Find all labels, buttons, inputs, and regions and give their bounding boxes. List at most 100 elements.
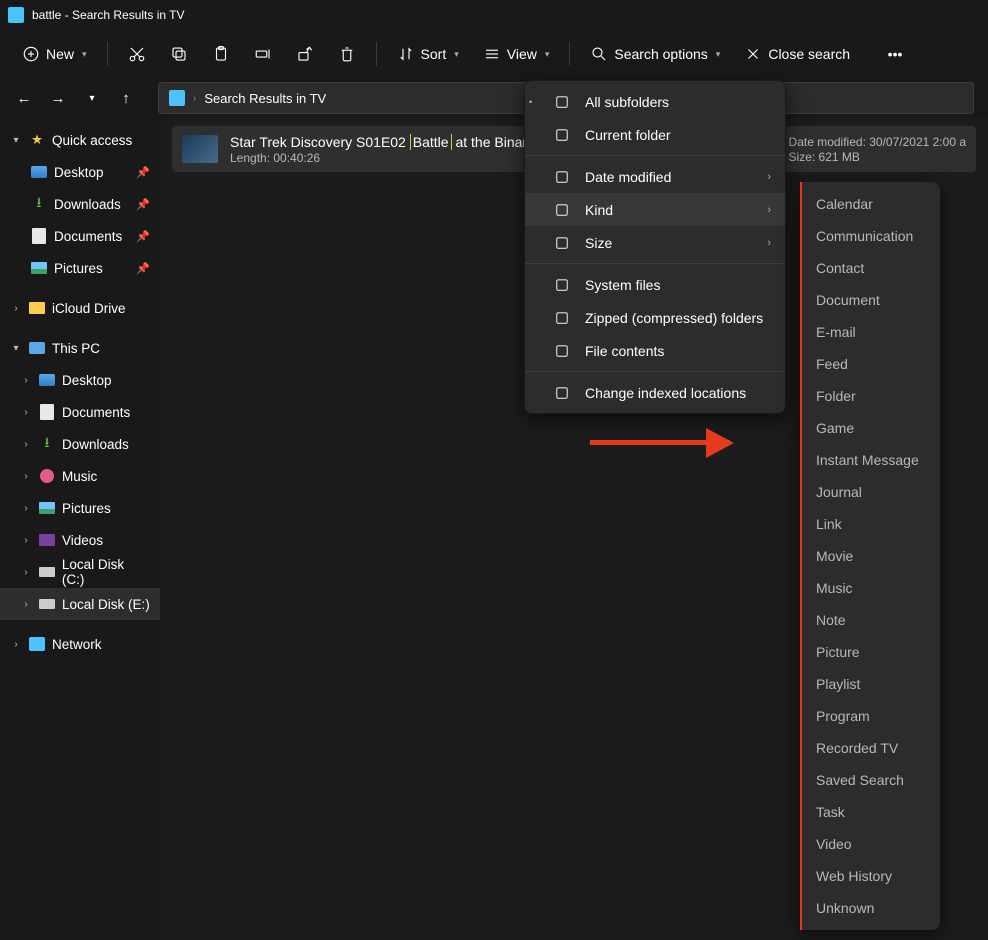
menu-item-label: Current folder (585, 127, 671, 143)
menu-item-current-folder[interactable]: Current folder (525, 118, 785, 151)
close-search-button[interactable]: Close search (736, 39, 858, 69)
kind-item-task[interactable]: Task (802, 796, 940, 828)
titlebar: battle - Search Results in TV (0, 0, 988, 30)
more-button[interactable]: ••• (878, 39, 912, 69)
sidebar-network[interactable]: ›Network (0, 628, 160, 660)
kind-item-recorded-tv[interactable]: Recorded TV (802, 732, 940, 764)
kind-item-music[interactable]: Music (802, 572, 940, 604)
paste-button[interactable] (204, 39, 238, 69)
kind-item-note[interactable]: Note (802, 604, 940, 636)
rename-button[interactable] (246, 39, 280, 69)
menu-item-label: Zipped (compressed) folders (585, 310, 763, 326)
toolbar: New ▾ Sort ▾ View ▾ Search options ▾ Clo… (0, 30, 988, 78)
sort-icon (397, 45, 415, 63)
share-button[interactable] (288, 39, 322, 69)
kind-item-instant-message[interactable]: Instant Message (802, 444, 940, 476)
up-button[interactable]: ↑ (112, 84, 140, 112)
window-title: battle - Search Results in TV (32, 8, 185, 22)
chevron-right-icon: › (10, 303, 22, 314)
kind-item-unknown[interactable]: Unknown (802, 892, 940, 924)
menu-item-all-subfolders[interactable]: •All subfolders (525, 85, 785, 118)
copy-button[interactable] (162, 39, 196, 69)
recent-button[interactable]: ▾ (78, 84, 106, 112)
kind-item-folder[interactable]: Folder (802, 380, 940, 412)
sidebar-item-documents[interactable]: Documents📌 (0, 220, 160, 252)
menu-item-system-files[interactable]: System files (525, 268, 785, 301)
menu-item-zipped-compressed-folders[interactable]: Zipped (compressed) folders (525, 301, 785, 334)
chevron-right-icon: › (20, 471, 32, 482)
kind-item-game[interactable]: Game (802, 412, 940, 444)
trash-icon (338, 45, 356, 63)
new-button[interactable]: New ▾ (14, 39, 95, 69)
disk-icon (38, 596, 56, 612)
sidebar-pc-videos[interactable]: ›Videos (0, 524, 160, 556)
sidebar-pc-music[interactable]: ›Music (0, 460, 160, 492)
chevron-right-icon: › (10, 639, 22, 650)
menu-item-size[interactable]: Size› (525, 226, 785, 259)
menu-item-date-modified[interactable]: Date modified› (525, 160, 785, 193)
kind-item-picture[interactable]: Picture (802, 636, 940, 668)
chevron-down-icon: ▾ (716, 49, 721, 60)
document-icon (38, 404, 56, 420)
sidebar-pc-documents[interactable]: ›Documents (0, 396, 160, 428)
search-options-menu: •All subfolders Current folder Date modifi… (524, 80, 786, 414)
kind-item-feed[interactable]: Feed (802, 348, 940, 380)
sidebar-item-pictures[interactable]: Pictures📌 (0, 252, 160, 284)
pin-icon: 📌 (136, 230, 150, 243)
sidebar-item-downloads[interactable]: ⭳Downloads📌 (0, 188, 160, 220)
kind-item-web-history[interactable]: Web History (802, 860, 940, 892)
chevron-down-icon: ▾ (10, 343, 22, 354)
desktop-icon (30, 164, 48, 180)
menu-item-icon (553, 93, 571, 111)
kind-item-video[interactable]: Video (802, 828, 940, 860)
kind-item-saved-search[interactable]: Saved Search (802, 764, 940, 796)
menu-item-change-indexed-locations[interactable]: Change indexed locations (525, 376, 785, 409)
cut-button[interactable] (120, 39, 154, 69)
kind-item-communication[interactable]: Communication (802, 220, 940, 252)
sidebar-pc-disk-c[interactable]: ›Local Disk (C:) (0, 556, 160, 588)
window-icon (8, 7, 24, 23)
sort-button[interactable]: Sort ▾ (389, 39, 467, 69)
view-button[interactable]: View ▾ (475, 39, 558, 69)
menu-item-kind[interactable]: Kind› (525, 193, 785, 226)
kind-item-contact[interactable]: Contact (802, 252, 940, 284)
chevron-down-icon: ▾ (454, 49, 459, 60)
sidebar-icloud[interactable]: ›iCloud Drive (0, 292, 160, 324)
sidebar-pc-desktop[interactable]: ›Desktop (0, 364, 160, 396)
clipboard-icon (212, 45, 230, 63)
kind-item-calendar[interactable]: Calendar (802, 188, 940, 220)
menu-item-icon (553, 342, 571, 360)
sidebar-pc-downloads[interactable]: ›⭳Downloads (0, 428, 160, 460)
menu-item-icon (553, 309, 571, 327)
sidebar-pc-pictures[interactable]: ›Pictures (0, 492, 160, 524)
delete-button[interactable] (330, 39, 364, 69)
search-options-icon (590, 45, 608, 63)
kind-item-journal[interactable]: Journal (802, 476, 940, 508)
sidebar-this-pc[interactable]: ▾This PC (0, 332, 160, 364)
sidebar-item-desktop[interactable]: Desktop📌 (0, 156, 160, 188)
back-button[interactable]: ← (10, 84, 38, 112)
copy-icon (170, 45, 188, 63)
menu-item-label: Date modified (585, 169, 671, 185)
bullet-icon: • (529, 97, 533, 107)
chevron-right-icon: › (20, 375, 32, 386)
menu-item-icon (553, 384, 571, 402)
menu-item-file-contents[interactable]: File contents (525, 334, 785, 367)
sidebar-pc-disk-e[interactable]: ›Local Disk (E:) (0, 588, 160, 620)
kind-item-document[interactable]: Document (802, 284, 940, 316)
view-icon (483, 45, 501, 63)
rename-icon (254, 45, 272, 63)
search-options-button[interactable]: Search options ▾ (582, 39, 728, 69)
kind-item-movie[interactable]: Movie (802, 540, 940, 572)
forward-button[interactable]: → (44, 84, 72, 112)
kind-item-e-mail[interactable]: E-mail (802, 316, 940, 348)
kind-item-program[interactable]: Program (802, 700, 940, 732)
desktop-icon (38, 372, 56, 388)
chevron-right-icon: › (20, 567, 32, 578)
chevron-right-icon: › (20, 535, 32, 546)
pin-icon: 📌 (136, 262, 150, 275)
chevron-down-icon: ▾ (82, 49, 87, 60)
kind-item-link[interactable]: Link (802, 508, 940, 540)
sidebar-quick-access[interactable]: ▾ ★ Quick access (0, 124, 160, 156)
kind-item-playlist[interactable]: Playlist (802, 668, 940, 700)
